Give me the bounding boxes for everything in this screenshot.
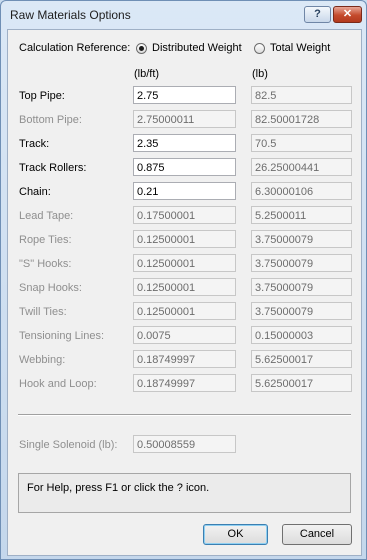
total-weight-radio[interactable] bbox=[254, 43, 265, 54]
hook-and-loop-label: Hook and Loop: bbox=[19, 378, 97, 390]
total-unit-header: (lb) bbox=[252, 68, 268, 80]
help-text-box: For Help, press F1 or click the ? icon. bbox=[18, 473, 351, 513]
snap-hooks-total-field bbox=[251, 278, 352, 296]
webbing-distributed-field bbox=[133, 350, 236, 368]
calculation-reference-label: Calculation Reference: bbox=[19, 42, 131, 54]
dialog-title: Raw Materials Options bbox=[10, 8, 131, 22]
chain-distributed-input[interactable] bbox=[133, 182, 236, 200]
webbing-label: Webbing: bbox=[19, 354, 66, 366]
rope-ties-distributed-field bbox=[133, 230, 236, 248]
hook-and-loop-distributed-field bbox=[133, 374, 236, 392]
track-total-field bbox=[251, 134, 352, 152]
ok-button[interactable]: OK bbox=[203, 524, 268, 545]
close-icon[interactable]: ✕ bbox=[333, 6, 362, 23]
snap-hooks-label: Snap Hooks: bbox=[19, 282, 82, 294]
cancel-button[interactable]: Cancel bbox=[282, 524, 352, 545]
track-rollers-label: Track Rollers: bbox=[19, 162, 87, 174]
chain-label: Chain: bbox=[19, 186, 51, 198]
tensioning-lines-label: Tensioning Lines: bbox=[19, 330, 105, 342]
tensioning-lines-distributed-field bbox=[133, 326, 236, 344]
lead-tape-label: Lead Tape: bbox=[19, 210, 74, 222]
distributed-weight-label[interactable]: Distributed Weight bbox=[152, 42, 242, 54]
track-rollers-total-field bbox=[251, 158, 352, 176]
s-hooks-distributed-field bbox=[133, 254, 236, 272]
distributed-unit-header: (lb/ft) bbox=[134, 68, 160, 80]
top-pipe-total-field bbox=[251, 86, 352, 104]
single-solenoid-field bbox=[133, 435, 236, 453]
rope-ties-label: Rope Ties: bbox=[19, 234, 72, 246]
top-pipe-label: Top Pipe: bbox=[19, 90, 65, 102]
bottom-pipe-total-field bbox=[251, 110, 352, 128]
webbing-total-field bbox=[251, 350, 352, 368]
bottom-pipe-distributed-field bbox=[133, 110, 236, 128]
hook-and-loop-total-field bbox=[251, 374, 352, 392]
tensioning-lines-total-field bbox=[251, 326, 352, 344]
total-weight-label[interactable]: Total Weight bbox=[270, 42, 330, 54]
dialog-body: Calculation Reference: Distributed Weigh… bbox=[7, 29, 362, 556]
rope-ties-total-field bbox=[251, 230, 352, 248]
top-pipe-distributed-input[interactable] bbox=[133, 86, 236, 104]
track-distributed-input[interactable] bbox=[133, 134, 236, 152]
lead-tape-total-field bbox=[251, 206, 352, 224]
chain-total-field bbox=[251, 182, 352, 200]
s-hooks-label: "S" Hooks: bbox=[19, 258, 72, 270]
bottom-pipe-label: Bottom Pipe: bbox=[19, 114, 82, 126]
single-solenoid-label: Single Solenoid (lb): bbox=[19, 439, 118, 451]
snap-hooks-distributed-field bbox=[133, 278, 236, 296]
twill-ties-label: Twill Ties: bbox=[19, 306, 67, 318]
title-bar[interactable]: Raw Materials Options ? ✕ bbox=[1, 1, 366, 27]
twill-ties-total-field bbox=[251, 302, 352, 320]
lead-tape-distributed-field bbox=[133, 206, 236, 224]
track-label: Track: bbox=[19, 138, 50, 150]
track-rollers-distributed-input[interactable] bbox=[133, 158, 236, 176]
help-text: For Help, press F1 or click the ? icon. bbox=[27, 482, 210, 494]
help-icon[interactable]: ? bbox=[304, 6, 331, 23]
twill-ties-distributed-field bbox=[133, 302, 236, 320]
distributed-weight-radio[interactable] bbox=[136, 43, 147, 54]
raw-materials-options-dialog: Raw Materials Options ? ✕ Calculation Re… bbox=[0, 0, 367, 560]
separator bbox=[18, 414, 351, 416]
s-hooks-total-field bbox=[251, 254, 352, 272]
